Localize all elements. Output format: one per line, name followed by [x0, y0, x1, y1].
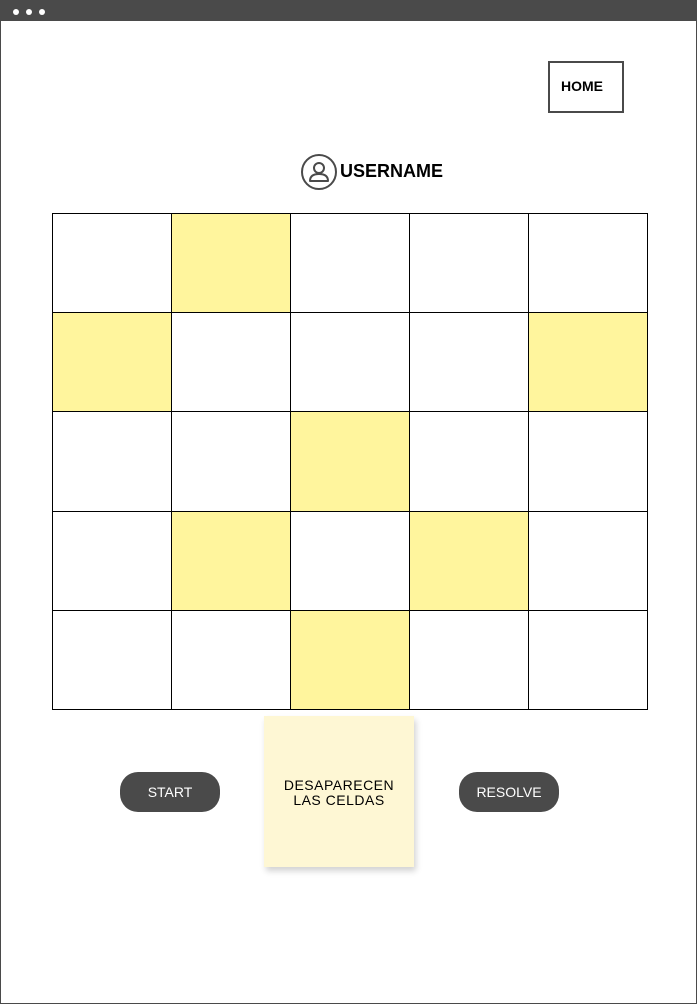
window-dot-3	[39, 9, 45, 15]
grid-cell-r1-c5[interactable]	[529, 214, 648, 314]
grid-cell-r5-c1[interactable]	[53, 610, 172, 710]
username-label: USERNAME	[340, 161, 444, 181]
grid-cell-r5-c3[interactable]	[291, 610, 410, 710]
grid-cell-r5-c5[interactable]	[529, 610, 648, 710]
grid-cell-r3-c5[interactable]	[529, 412, 648, 512]
grid-cell-r1-c3[interactable]	[291, 214, 410, 314]
grid-cell-r5-c4[interactable]	[410, 610, 529, 710]
browser-window: HOME USERNAME START DESAPARECEN LAS CELD…	[0, 0, 697, 1004]
grid-cell-r4-c3[interactable]	[291, 511, 410, 611]
start-button[interactable]: START	[120, 772, 220, 812]
grid-cell-r2-c4[interactable]	[410, 313, 529, 413]
grid-cell-r1-c2[interactable]	[172, 214, 291, 314]
grid-cell-r3-c4[interactable]	[410, 412, 529, 512]
home-button[interactable]: HOME	[548, 61, 624, 113]
home-button-label: HOME	[561, 78, 603, 94]
grid-cell-r3-c1[interactable]	[53, 412, 172, 512]
grid-cell-r2-c5[interactable]	[529, 313, 648, 413]
grid-cell-r3-c3[interactable]	[291, 412, 410, 512]
start-button-label: START	[147, 784, 193, 800]
window-dot-2	[26, 9, 32, 15]
window-dot-1	[13, 9, 19, 15]
grid-cell-r4-c2[interactable]	[172, 511, 291, 611]
grid-cell-r2-c1[interactable]	[53, 313, 172, 413]
window-titlebar	[1, 1, 697, 21]
grid-cell-r2-c3[interactable]	[291, 313, 410, 413]
note-line-1: DESAPARECEN	[283, 777, 395, 793]
resolve-button[interactable]: RESOLVE	[459, 772, 559, 812]
grid-cell-r4-c1[interactable]	[53, 511, 172, 611]
note-line-2: LAS CELDAS	[293, 792, 385, 808]
grid-cell-r5-c2[interactable]	[172, 610, 291, 710]
grid-cell-r2-c2[interactable]	[172, 313, 291, 413]
grid-cell-r4-c4[interactable]	[410, 511, 529, 611]
resolve-button-label: RESOLVE	[476, 784, 542, 800]
sticky-note: DESAPARECEN LAS CELDAS	[264, 716, 414, 867]
grid-cell-r4-c5[interactable]	[529, 511, 648, 611]
grid-cell-r3-c2[interactable]	[172, 412, 291, 512]
grid-cell-r1-c1[interactable]	[53, 214, 172, 314]
game-grid	[52, 213, 648, 710]
user-circle-icon	[301, 154, 337, 190]
grid-cell-r1-c4[interactable]	[410, 214, 529, 314]
